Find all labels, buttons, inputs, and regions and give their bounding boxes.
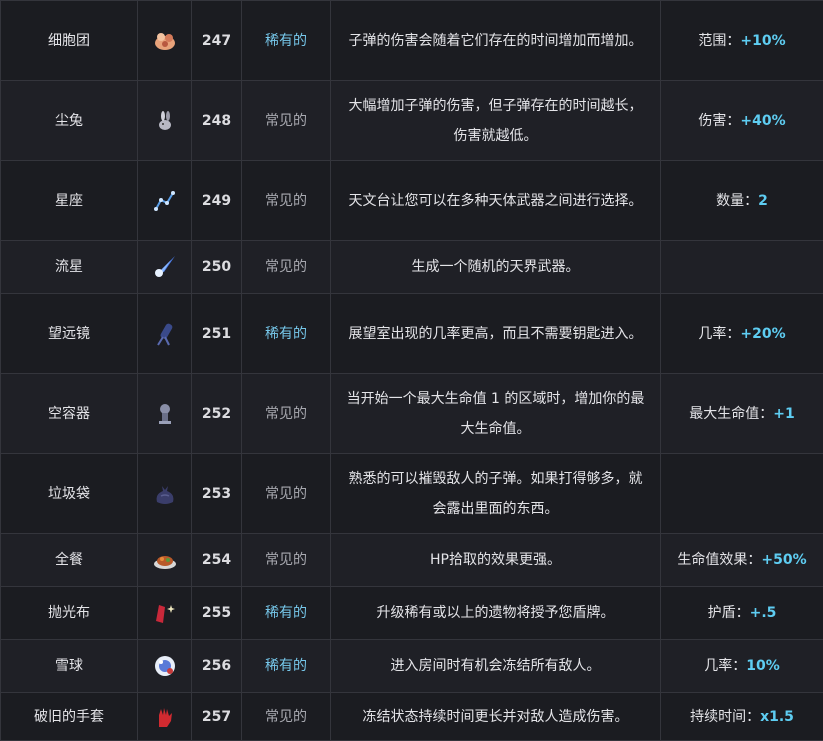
table-row: 望远镜 251 稀有的 展望室出现的几率更高，而且不需要钥匙进入。 几率：+20… [1,294,823,374]
table-row: 尘兔 248 常见的 大幅增加子弹的伤害，但子弹存在的时间越长，伤害就越低。 伤… [1,81,823,161]
stat-value: +.5 [750,605,777,621]
item-stat: 几率：10% [661,640,823,693]
stat-label: 持续时间： [690,709,760,725]
cell-cluster-icon [138,1,192,81]
telescope-icon [138,294,192,374]
stat-value: +40% [740,113,785,129]
item-id: 251 [192,294,242,374]
stat-value: 10% [746,658,780,674]
item-name: 破旧的手套 [1,693,138,741]
rarity-label: 稀有的 [242,1,331,81]
item-stat: 护盾：+.5 [661,587,823,640]
item-stat: 数量：2 [661,161,823,241]
item-description: 天文台让您可以在多种天体武器之间进行选择。 [331,161,661,241]
item-id: 253 [192,454,242,534]
stat-value: +50% [761,552,806,568]
item-description: 大幅增加子弹的伤害，但子弹存在的时间越长，伤害就越低。 [331,81,661,161]
rarity-label: 稀有的 [242,640,331,693]
stat-label: 几率： [698,326,740,342]
table-row: 空容器 252 常见的 当开始一个最大生命值 1 的区域时，增加你的最大生命值。… [1,374,823,454]
snowball-icon [138,640,192,693]
table-row: 流星 250 常见的 生成一个随机的天界武器。 [1,241,823,294]
item-stat [661,241,823,294]
table-row: 星座 249 常见的 天文台让您可以在多种天体武器之间进行选择。 数量：2 [1,161,823,241]
full-meal-icon [138,534,192,587]
item-stat: 伤害：+40% [661,81,823,161]
item-stat: 范围：+10% [661,1,823,81]
item-description: 进入房间时有机会冻结所有敌人。 [331,640,661,693]
stat-label: 生命值效果： [677,552,761,568]
item-description: 当开始一个最大生命值 1 的区域时，增加你的最大生命值。 [331,374,661,454]
rarity-label: 常见的 [242,161,331,241]
stat-label: 护盾： [708,605,750,621]
worn-glove-icon [138,693,192,741]
item-stat: 生命值效果：+50% [661,534,823,587]
item-id: 255 [192,587,242,640]
item-stat [661,454,823,534]
item-id: 249 [192,161,242,241]
item-description: HP拾取的效果更强。 [331,534,661,587]
item-name: 抛光布 [1,587,138,640]
table-row: 垃圾袋 253 常见的 熟悉的可以摧毁敌人的子弹。如果打得够多，就会露出里面的东… [1,454,823,534]
item-name: 垃圾袋 [1,454,138,534]
rarity-label: 常见的 [242,693,331,741]
item-name: 望远镜 [1,294,138,374]
stat-value: 2 [758,193,768,209]
rarity-label: 稀有的 [242,587,331,640]
rarity-label: 常见的 [242,534,331,587]
item-id: 256 [192,640,242,693]
dust-bunny-icon [138,81,192,161]
table-row: 细胞团 247 稀有的 子弹的伤害会随着它们存在的时间增加而增加。 范围：+10… [1,1,823,81]
item-description: 冻结状态持续时间更长并对敌人造成伤害。 [331,693,661,741]
meteor-icon [138,241,192,294]
item-id: 257 [192,693,242,741]
stat-value: x1.5 [760,709,794,725]
empty-vessel-icon [138,374,192,454]
item-name: 空容器 [1,374,138,454]
item-id: 247 [192,1,242,81]
item-name: 细胞团 [1,1,138,81]
table-row: 全餐 254 常见的 HP拾取的效果更强。 生命值效果：+50% [1,534,823,587]
rarity-label: 常见的 [242,454,331,534]
stat-label: 范围： [698,33,740,49]
item-id: 248 [192,81,242,161]
item-stat: 最大生命值：+1 [661,374,823,454]
item-name: 尘兔 [1,81,138,161]
stat-label: 几率： [704,658,746,674]
garbage-bag-icon [138,454,192,534]
stat-value: +1 [773,406,794,422]
item-name: 星座 [1,161,138,241]
item-name: 全餐 [1,534,138,587]
rarity-label: 常见的 [242,374,331,454]
stat-label: 数量： [716,193,758,209]
rarity-label: 常见的 [242,241,331,294]
stat-label: 最大生命值： [689,406,773,422]
rarity-label: 稀有的 [242,294,331,374]
item-description: 子弹的伤害会随着它们存在的时间增加而增加。 [331,1,661,81]
item-id: 254 [192,534,242,587]
item-stat: 持续时间：x1.5 [661,693,823,741]
item-name: 雪球 [1,640,138,693]
stat-value: +20% [740,326,785,342]
constellation-icon [138,161,192,241]
stat-value: +10% [740,33,785,49]
item-description: 升级稀有或以上的遗物将授予您盾牌。 [331,587,661,640]
polishing-cloth-icon [138,587,192,640]
item-description: 展望室出现的几率更高，而且不需要钥匙进入。 [331,294,661,374]
relics-table: 细胞团 247 稀有的 子弹的伤害会随着它们存在的时间增加而增加。 范围：+10… [0,0,823,741]
item-description: 熟悉的可以摧毁敌人的子弹。如果打得够多，就会露出里面的东西。 [331,454,661,534]
item-id: 252 [192,374,242,454]
table-row: 抛光布 255 稀有的 升级稀有或以上的遗物将授予您盾牌。 护盾：+.5 [1,587,823,640]
item-id: 250 [192,241,242,294]
stat-label: 伤害： [698,113,740,129]
item-stat: 几率：+20% [661,294,823,374]
item-name: 流星 [1,241,138,294]
table-row: 雪球 256 稀有的 进入房间时有机会冻结所有敌人。 几率：10% [1,640,823,693]
item-description: 生成一个随机的天界武器。 [331,241,661,294]
rarity-label: 常见的 [242,81,331,161]
table-row: 破旧的手套 257 常见的 冻结状态持续时间更长并对敌人造成伤害。 持续时间：x… [1,693,823,741]
